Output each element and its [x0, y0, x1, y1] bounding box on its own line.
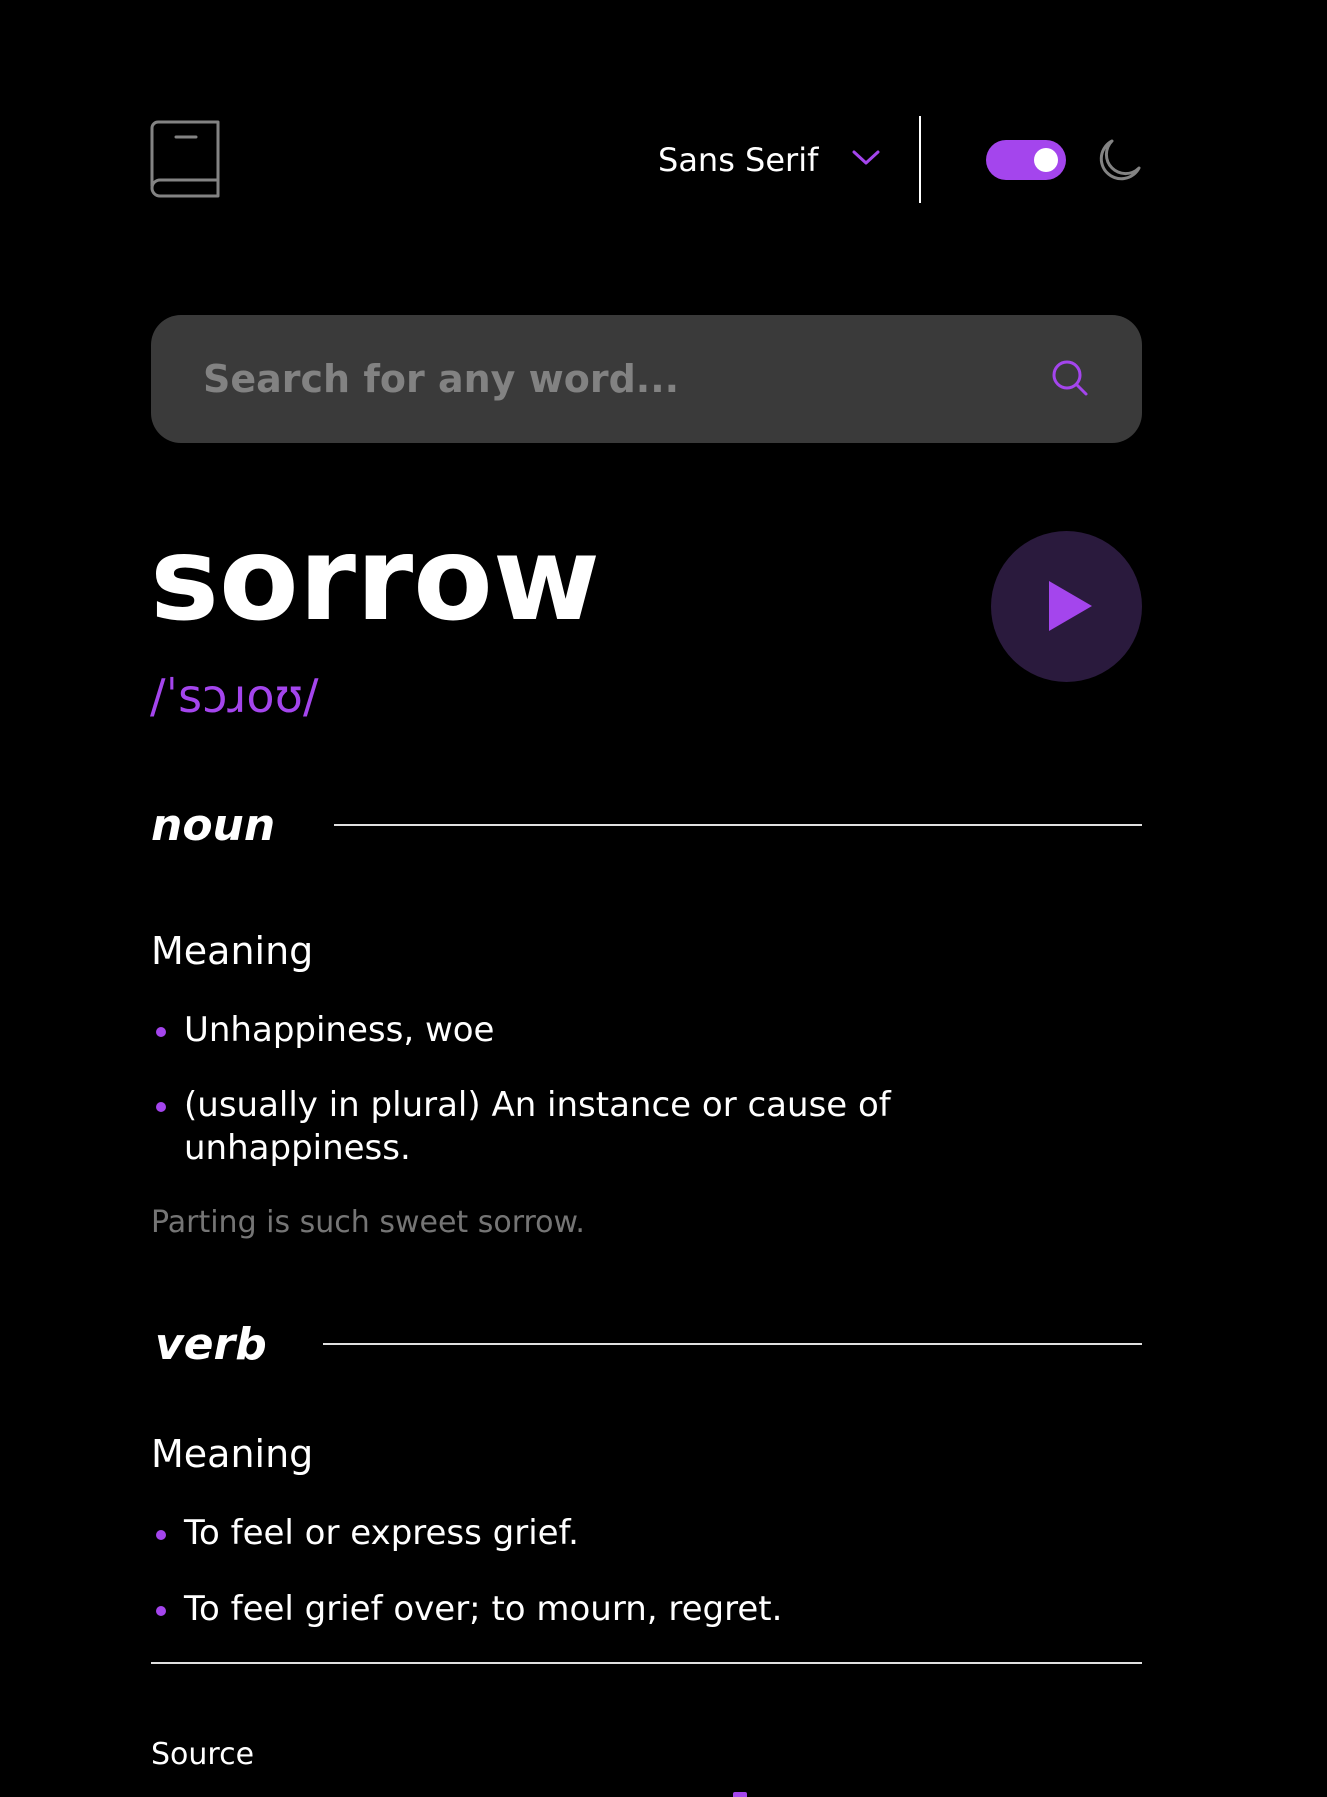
search-icon[interactable]: [1051, 359, 1089, 397]
play-icon: [1049, 581, 1092, 631]
part-of-speech-noun: noun: [151, 800, 276, 851]
toggle-knob: [1034, 148, 1058, 172]
word-title: sorrow: [150, 512, 601, 647]
meaning-heading: Meaning: [151, 929, 314, 973]
moon-icon: [1099, 139, 1141, 181]
definition-text: To feel or express grief.: [184, 1513, 579, 1553]
book-icon: [150, 120, 220, 198]
source-link-fragment[interactable]: [733, 1792, 747, 1797]
definition-text: Unhappiness, woe: [184, 1010, 495, 1050]
section-divider: [334, 824, 1142, 826]
search-input[interactable]: [203, 315, 1003, 443]
definition-item: To feel grief over; to mourn, regret.: [151, 1588, 911, 1631]
font-family-select[interactable]: Sans Serif: [658, 138, 818, 182]
dictionary-app: Sans Serif sorrow /ˈsɔɹoʊ/ noun Meaning …: [0, 0, 1327, 1797]
play-audio-button[interactable]: [991, 531, 1142, 682]
definition-text: To feel grief over; to mourn, regret.: [184, 1589, 783, 1629]
meaning-heading: Meaning: [151, 1432, 314, 1476]
definition-item: (usually in plural) An instance or cause…: [151, 1084, 911, 1170]
header-divider: [919, 116, 921, 203]
source-label: Source: [151, 1737, 255, 1772]
search-bar: [151, 315, 1142, 443]
chevron-down-icon[interactable]: [851, 148, 881, 168]
bullet-dot: [156, 1027, 166, 1037]
section-divider: [323, 1343, 1142, 1345]
bullet-dot: [156, 1102, 166, 1112]
definition-item: To feel or express grief.: [151, 1512, 911, 1555]
font-family-label: Sans Serif: [658, 141, 819, 179]
bullet-dot: [156, 1606, 166, 1616]
bullet-dot: [156, 1530, 166, 1540]
part-of-speech-verb: verb: [155, 1319, 267, 1370]
example-text: Parting is such sweet sorrow.: [151, 1205, 585, 1240]
phonetic-text: /ˈsɔɹoʊ/: [150, 669, 319, 723]
theme-toggle[interactable]: [986, 140, 1066, 180]
definition-text: (usually in plural) An instance or cause…: [184, 1085, 891, 1168]
definition-item: Unhappiness, woe: [151, 1009, 911, 1052]
footer-divider: [151, 1662, 1142, 1664]
